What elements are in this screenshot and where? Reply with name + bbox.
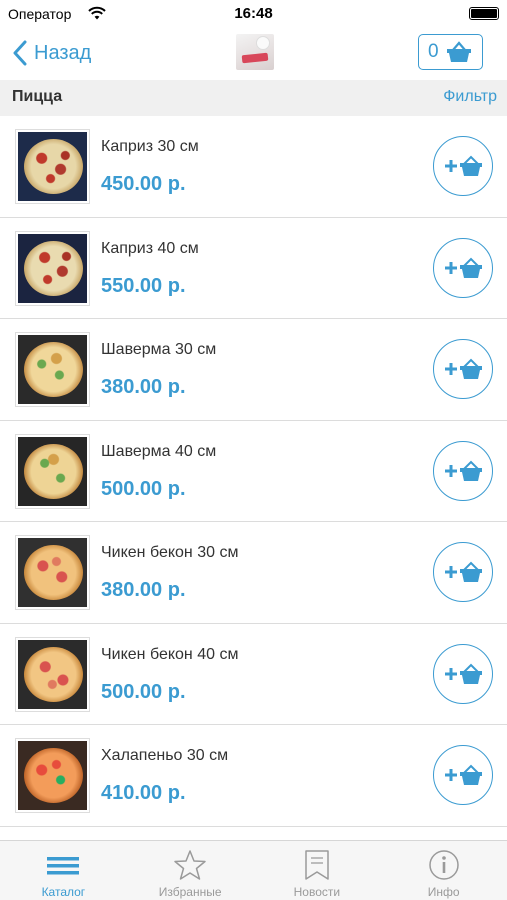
product-row[interactable] [0,827,507,840]
tab-label: Инфо [427,885,460,899]
add-to-basket-icon [445,764,482,785]
product-image [15,129,90,204]
product-name: Шаверма 30 см [101,341,217,358]
add-to-basket-icon [445,358,482,379]
tab-news[interactable]: Новости [254,841,381,900]
product-name: Шаверма 40 см [101,442,217,460]
tab-bar: Каталог Избранные Новости Инфо [0,840,507,900]
product-price: 550.00 р. [101,274,186,297]
status-bar: Оператор 16:48 [0,0,507,28]
product-name: Халапеньо 30 см [101,747,229,764]
chevron-left-icon [13,40,27,66]
add-to-cart-button[interactable] [433,136,493,196]
product-price: 500.00 р. [101,680,186,703]
add-to-basket-icon [445,561,482,582]
add-to-cart-button[interactable] [433,643,493,704]
category-header: Пицца Фильтр [0,80,507,116]
category-title: Пицца [12,88,63,105]
tab-label: Каталог [41,885,86,899]
product-list[interactable]: Каприз 30 см 450.00 р. Каприз 40 см 550.… [0,116,507,840]
product-row[interactable]: Чикен бекон 30 см 380.00 р. [0,522,507,624]
product-image [15,636,90,712]
add-to-cart-button[interactable] [433,542,493,602]
product-image [15,535,90,610]
product-name: Каприз 40 см [101,239,199,257]
tab-label: Избранные [158,885,222,899]
add-to-basket-icon [445,460,482,481]
product-name: Каприз 30 см [101,138,199,155]
add-to-basket-icon [445,663,482,684]
battery-icon [469,7,499,20]
cart-button[interactable]: 0 [418,34,483,70]
add-to-cart-button[interactable] [433,339,493,399]
product-price: 380.00 р. [101,579,186,601]
product-name: Чикен бекон 40 см [101,645,239,663]
add-to-cart-button[interactable] [433,745,493,805]
add-to-basket-icon [445,155,482,176]
back-button-label: Назад [34,41,92,64]
back-button[interactable]: Назад [12,38,91,68]
clock: 16:48 [234,5,273,22]
product-row[interactable]: Каприз 30 см 450.00 р. [0,116,507,218]
add-to-cart-button[interactable] [433,237,493,298]
product-image [15,433,90,509]
product-name: Чикен бекон 30 см [101,544,239,561]
product-row[interactable]: Халапеньо 30 см 410.00 р. [0,725,507,827]
basket-icon [446,41,471,62]
product-image [15,230,90,306]
product-row[interactable]: Каприз 40 см 550.00 р. [0,218,507,319]
product-price: 410.00 р. [101,782,186,804]
product-price: 450.00 р. [101,173,186,195]
product-price: 380.00 р. [101,376,186,398]
cart-count: 0 [428,41,439,62]
star-icon [174,850,206,880]
navigation-bar: Назад 0 [0,28,507,80]
shop-logo [236,34,274,70]
tab-favorites[interactable]: Избранные [127,841,254,900]
product-row[interactable]: Чикен бекон 40 см 500.00 р. [0,624,507,725]
list-icon [47,857,80,875]
info-icon [428,850,459,880]
product-row[interactable]: Шаверма 40 см 500.00 р. [0,421,507,522]
product-image [15,332,90,407]
add-to-cart-button[interactable] [433,440,493,501]
product-price: 500.00 р. [101,477,186,500]
filter-button[interactable]: Фильтр [443,88,497,106]
tab-info[interactable]: Инфо [380,841,507,900]
tab-label: Новости [293,885,341,899]
bookmark-icon [305,850,329,880]
product-image [15,738,90,813]
add-to-basket-icon [445,257,482,278]
tab-catalog[interactable]: Каталог [0,841,127,900]
product-row[interactable]: Шаверма 30 см 380.00 р. [0,319,507,421]
